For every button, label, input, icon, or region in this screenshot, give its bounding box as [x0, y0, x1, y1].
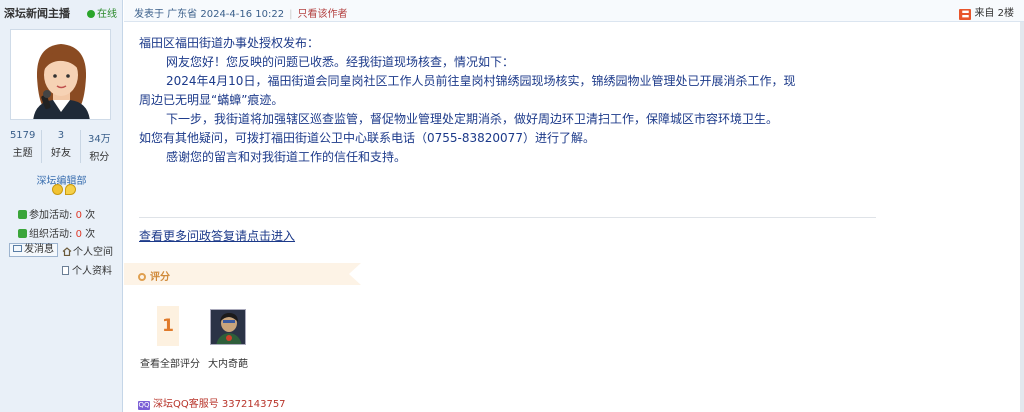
send-message-label: 发消息	[24, 244, 54, 255]
activity-icon	[18, 210, 27, 219]
smile-medal-icon[interactable]	[52, 184, 63, 195]
post-floor: 〓来自 2楼	[959, 4, 1014, 20]
stat-threads-label: 主题	[12, 148, 33, 159]
meta-separator: |	[289, 9, 293, 20]
online-label: 在线	[97, 9, 117, 20]
envelope-icon	[13, 245, 22, 252]
post-paragraph: 福田区福田街道办事处授权发布：	[139, 36, 320, 50]
post-body: 福田区福田街道办事处授权发布： 网友您好！您反映的问题已收悉。经我街道现场核查，…	[139, 34, 884, 167]
more-replies-link[interactable]: 查看更多问政答复请点击进入	[139, 227, 295, 244]
organize-activity-label: 组织活动:	[29, 229, 76, 240]
profile-label: 个人资料	[72, 266, 112, 277]
profile-link[interactable]: 个人资料	[62, 262, 112, 277]
moon-medal-icon[interactable]	[65, 184, 76, 195]
user-stats: 5179 主题 3 好友 34万 积分	[4, 130, 118, 163]
join-activity-unit: 次	[81, 210, 96, 221]
avatar-image	[11, 30, 110, 119]
post-paragraph: 下一步，我街道将加强辖区巡查监管，督促物业管理处定期消杀，做好周边环卫清扫工作，…	[166, 112, 779, 126]
personal-space-label: 个人空间	[73, 247, 113, 258]
stat-points-label: 积分	[89, 152, 110, 163]
join-activity-label: 参加活动:	[29, 210, 76, 221]
rater-avatar-image	[211, 310, 245, 344]
stat-threads[interactable]: 5179 主题	[4, 130, 43, 163]
document-icon	[62, 266, 69, 275]
stat-points-value: 34万	[87, 134, 111, 145]
user-sidebar: 深坛新闻主播 在线 5179 主题 3 好友 34万 积分 深坛编辑部 参加活动…	[0, 0, 123, 412]
personal-space-link[interactable]: 个人空间	[62, 243, 113, 258]
author-only-link[interactable]: 只看该作者	[297, 9, 347, 20]
online-status: 在线	[87, 5, 117, 20]
post-paragraph: 2024年4月10日，福田街道会同皇岗社区工作人员前往皇岗村锦绣园现场核实，锦绣…	[166, 74, 796, 88]
post-main: 发表于 广东省 2024-4-16 10:22 | 只看该作者 〓来自 2楼 福田区…	[124, 0, 1024, 412]
post-paragraph: 网友您好！您反映的问题已收悉。经我街道现场核查，情况如下：	[166, 55, 515, 69]
rating-header: 评分	[124, 263, 349, 285]
online-icon	[87, 10, 95, 18]
post-paragraph: 感谢您的留言和对我街道工作的信任和支持。	[166, 150, 407, 164]
qq-service[interactable]: QQ 深坛QQ客服号 3372143757	[138, 395, 286, 410]
content-divider	[139, 217, 876, 218]
rating-title: 评分	[138, 268, 170, 283]
source-label: 来自	[974, 8, 995, 19]
view-all-ratings-link[interactable]: 查看全部评分	[140, 355, 200, 370]
organize-activity-unit: 次	[81, 229, 96, 240]
post-meta: 发表于 广东省 2024-4-16 10:22 | 只看该作者	[134, 5, 347, 20]
source-app-icon: 〓	[959, 9, 972, 20]
rating-label: 评分	[150, 272, 170, 283]
scrollbar[interactable]	[1020, 22, 1024, 412]
qq-icon: QQ	[138, 401, 150, 410]
post-header: 发表于 广东省 2024-4-16 10:22 | 只看该作者 〓来自 2楼	[124, 0, 1024, 22]
stat-friends[interactable]: 3 好友	[42, 130, 81, 163]
post-date: 发表于 广东省 2024-4-16 10:22	[134, 9, 285, 20]
rater-avatar[interactable]	[210, 309, 246, 345]
send-message-button[interactable]: 发消息	[9, 243, 58, 257]
username[interactable]: 深坛新闻主播	[4, 5, 70, 21]
medals	[52, 184, 76, 195]
stat-friends-label: 好友	[50, 148, 71, 159]
post-paragraph: 周边已无明显“蟎蟑”痕迹。	[139, 93, 284, 107]
floor-number[interactable]: 2楼	[998, 8, 1014, 19]
stat-friends-value: 3	[57, 130, 65, 141]
avatar[interactable]	[10, 29, 111, 120]
activity-icon	[18, 229, 27, 238]
stat-points[interactable]: 34万 积分	[81, 130, 118, 163]
rating-ring-icon	[138, 273, 146, 281]
stat-threads-value: 5179	[9, 130, 36, 141]
house-icon	[62, 247, 72, 256]
qq-service-label: 深坛QQ客服号 3372143757	[153, 399, 286, 410]
organize-activity: 组织活动: 0 次	[18, 225, 95, 240]
rating-count[interactable]: 1	[157, 306, 179, 346]
rater-name[interactable]: 大内奇葩	[208, 355, 248, 370]
post-paragraph: 如您有其他疑问，可拨打福田街道公卫中心联系电话（0755-83820077）进行…	[139, 131, 595, 145]
join-activity: 参加活动: 0 次	[18, 206, 95, 221]
